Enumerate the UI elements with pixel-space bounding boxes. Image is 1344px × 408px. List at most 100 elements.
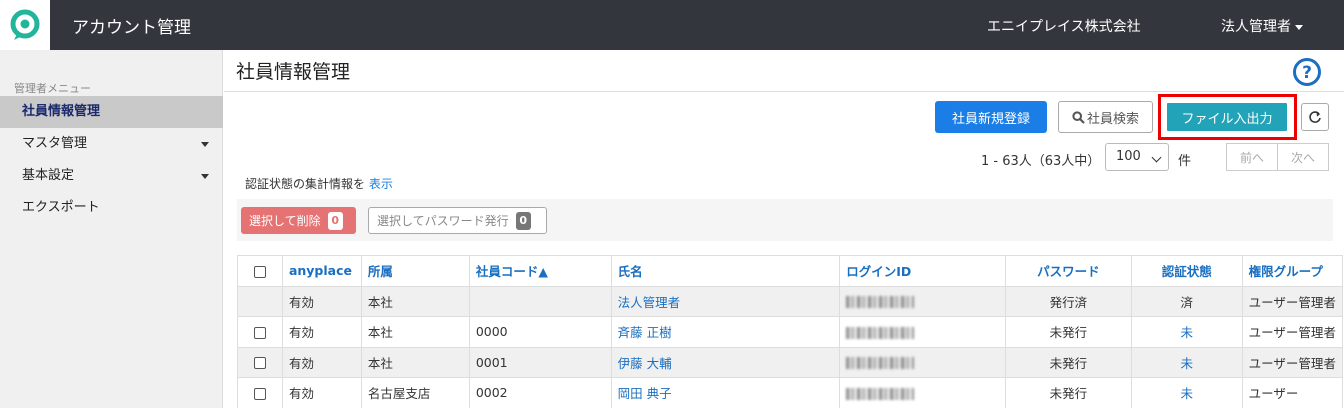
prev-page-button[interactable]: 前へ: [1226, 143, 1278, 171]
bulk-delete-label: 選択して削除: [249, 214, 321, 228]
auth-status-link[interactable]: 未: [1180, 356, 1193, 371]
password-cell: 発行済: [1004, 285, 1132, 317]
logo-icon: [10, 9, 40, 40]
auth-status-link[interactable]: 未: [1180, 386, 1193, 401]
dept-cell: 本社: [360, 285, 470, 317]
sidebar-item-label: エクスポート: [22, 200, 100, 215]
caret-down-icon: [201, 174, 209, 179]
table-row: 有効 名古屋支店 0002 岡田 典子 未発行 未 ユーザー: [237, 377, 1344, 408]
per-page-unit: 件: [1178, 154, 1192, 169]
code-cell: [468, 285, 612, 317]
table-row: 有効 本社 0001 伊藤 大輔 未発行 未 ユーザー管理者: [237, 346, 1344, 378]
row-checkbox[interactable]: [253, 357, 266, 370]
group-cell: ユーザー: [1241, 377, 1344, 408]
name-cell: 伊藤 大輔: [610, 346, 841, 378]
sidebar-item-basic-settings[interactable]: 基本設定: [0, 160, 223, 192]
code-cell: 0001: [468, 346, 612, 378]
column-header-auth[interactable]: 認証状態: [1130, 255, 1243, 287]
sidebar-item-export[interactable]: エクスポート: [0, 192, 223, 224]
name-cell: 法人管理者: [610, 285, 841, 317]
login-id-cell: [839, 316, 1006, 348]
bulk-delete-button[interactable]: 選択して削除 0: [241, 207, 356, 234]
name-cell: 岡田 典子: [610, 377, 841, 408]
app-title: アカウント管理: [72, 18, 191, 38]
app-logo[interactable]: [0, 0, 50, 50]
sidebar-item-label: 基本設定: [22, 168, 75, 183]
page-title: 社員情報管理: [236, 61, 351, 83]
bulk-password-button[interactable]: 選択してパスワード発行 0: [368, 207, 547, 234]
sidebar-item-master[interactable]: マスタ管理: [0, 128, 223, 160]
anyplace-cell: 有効: [281, 377, 362, 408]
group-cell: ユーザー管理者: [1241, 316, 1344, 348]
column-header-group[interactable]: 権限グループ: [1241, 255, 1344, 287]
per-page-select[interactable]: 100: [1105, 143, 1169, 171]
auth-status-link[interactable]: 未: [1180, 325, 1193, 340]
password-cell: 未発行: [1004, 377, 1132, 408]
caret-down-icon: [201, 142, 209, 147]
dept-cell: 本社: [360, 316, 470, 348]
dept-cell: 本社: [360, 346, 470, 378]
anyplace-cell: 有効: [281, 285, 362, 317]
employee-search-button[interactable]: 社員検索: [1058, 101, 1153, 133]
next-page-button[interactable]: 次へ: [1278, 143, 1329, 171]
select-all-checkbox[interactable]: [253, 265, 266, 278]
refresh-button[interactable]: [1301, 103, 1329, 131]
auth-cell: 未: [1130, 377, 1243, 408]
column-header-dept[interactable]: 所属: [360, 255, 470, 287]
column-header-name[interactable]: 氏名: [610, 255, 841, 287]
search-icon: [1072, 110, 1085, 124]
count-badge: 0: [515, 211, 531, 230]
new-employee-button[interactable]: 社員新規登録: [935, 101, 1047, 133]
record-count: 1 - 63人（63人中）: [981, 154, 1101, 169]
column-header-login-id[interactable]: ログインID: [839, 255, 1006, 287]
dept-cell: 名古屋支店: [360, 377, 470, 408]
caret-down-icon: [1295, 24, 1303, 30]
sidebar-section-label: 管理者メニュー: [14, 82, 91, 95]
bulk-password-label: 選択してパスワード発行: [377, 214, 509, 228]
table-row: 有効 本社 法人管理者 発行済 済 ユーザー管理者: [237, 285, 1344, 317]
count-badge: 0: [327, 211, 343, 230]
auth-summary: 認証状態の集計情報を 表示: [245, 175, 393, 192]
row-checkbox[interactable]: [253, 387, 266, 400]
employee-name-link[interactable]: 法人管理者: [618, 295, 681, 310]
login-id-redacted: [846, 387, 915, 400]
employee-table: anyplace 所属 社員コード▲ 氏名 ログインID パスワード 認証状態 …: [237, 255, 1344, 408]
login-id-redacted: [846, 326, 915, 339]
help-icon[interactable]: ?: [1292, 57, 1322, 87]
select-cell: [237, 346, 283, 378]
login-id-redacted: [846, 357, 915, 370]
table-row: 有効 本社 0000 斉藤 正樹 未発行 未 ユーザー管理者: [237, 316, 1344, 348]
company-name: エニイプレイス株式会社: [987, 19, 1141, 35]
employee-name-link[interactable]: 伊藤 大輔: [618, 356, 672, 371]
employee-name-link[interactable]: 岡田 典子: [618, 386, 672, 401]
select-cell: [237, 316, 283, 348]
select-cell: [237, 377, 283, 408]
column-header-code[interactable]: 社員コード▲: [468, 255, 612, 287]
sidebar-item-employee-info[interactable]: 社員情報管理: [0, 96, 223, 128]
per-page-value: 100: [1116, 149, 1141, 164]
auth-cell: 済: [1130, 285, 1243, 317]
sidebar-item-label: 社員情報管理: [22, 104, 101, 119]
table-header-row: anyplace 所属 社員コード▲ 氏名 ログインID パスワード 認証状態 …: [237, 255, 1344, 287]
code-cell: 0000: [468, 316, 612, 348]
column-header-anyplace[interactable]: anyplace: [281, 255, 362, 287]
row-checkbox[interactable]: [253, 326, 266, 339]
column-header-password[interactable]: パスワード: [1004, 255, 1132, 287]
top-bar: アカウント管理 エニイプレイス株式会社 法人管理者: [0, 0, 1344, 50]
user-menu[interactable]: 法人管理者: [1221, 16, 1303, 36]
chevron-down-icon: [1151, 152, 1162, 163]
auth-cell: 未: [1130, 316, 1243, 348]
code-cell: 0002: [468, 377, 612, 408]
auth-summary-show-link[interactable]: 表示: [369, 177, 393, 191]
name-cell: 斉藤 正樹: [610, 316, 841, 348]
refresh-icon: [1309, 111, 1321, 123]
login-id-cell: [839, 377, 1006, 408]
login-id-cell: [839, 285, 1006, 317]
file-io-button[interactable]: ファイル入出力: [1165, 101, 1289, 133]
password-cell: 未発行: [1004, 316, 1132, 348]
auth-cell: 未: [1130, 346, 1243, 378]
employee-name-link[interactable]: 斉藤 正樹: [618, 325, 672, 340]
login-id-redacted: [846, 296, 915, 309]
auth-summary-text: 認証状態の集計情報を: [245, 177, 366, 191]
user-name: 法人管理者: [1221, 19, 1291, 35]
